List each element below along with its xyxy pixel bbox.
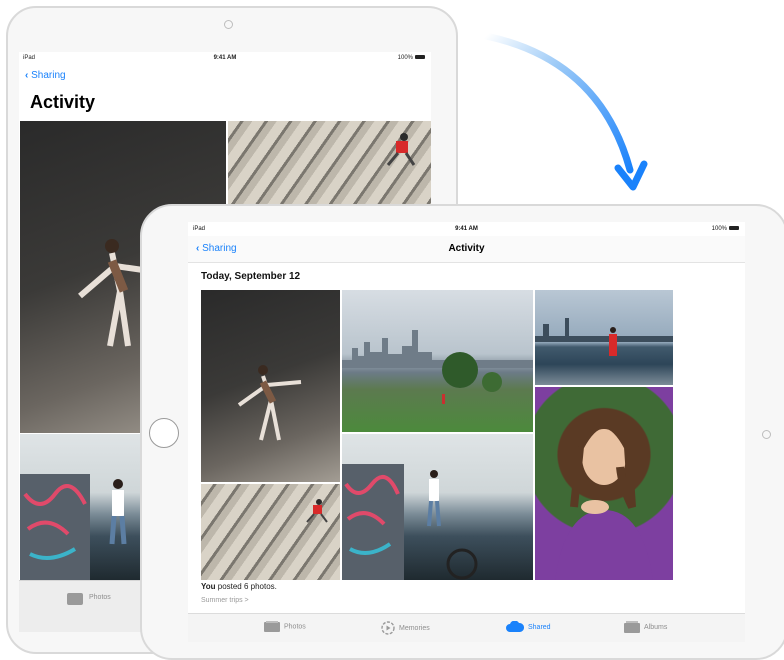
- navigation-bar: Activity ‹ Sharing: [188, 236, 745, 263]
- battery-indicator: 100%: [398, 55, 425, 61]
- tab-albums-label: Albums: [644, 623, 668, 631]
- albums-icon: [624, 621, 640, 633]
- tab-photos[interactable]: Photos: [264, 621, 306, 632]
- status-bar: iPad 9:41 AM 100%: [19, 52, 431, 66]
- photo-stairs[interactable]: [201, 484, 340, 580]
- chevron-left-icon: ‹: [25, 70, 29, 81]
- photo-graffiti[interactable]: [342, 434, 533, 580]
- caption-text: posted 6 photos.: [215, 582, 277, 591]
- back-button[interactable]: ‹ Sharing: [25, 70, 66, 81]
- photos-icon[interactable]: [67, 593, 83, 605]
- back-button-label: Sharing: [202, 243, 237, 254]
- back-button[interactable]: ‹ Sharing: [196, 243, 237, 254]
- status-bar: iPad 9:41 AM 100%: [188, 222, 745, 236]
- album-link[interactable]: Summer trips >: [201, 597, 249, 604]
- section-date-header: Today, September 12: [201, 271, 301, 282]
- tab-photos-label[interactable]: Photos: [89, 594, 111, 601]
- caption-user: You: [201, 582, 216, 591]
- tab-shared[interactable]: Shared: [506, 621, 551, 633]
- memories-icon: [381, 621, 395, 635]
- page-title: Activity: [30, 92, 96, 112]
- landscape-screen: iPad 9:41 AM 100% Activity ‹ Sharing Tod…: [188, 222, 745, 642]
- tab-albums[interactable]: Albums: [624, 621, 667, 633]
- tab-shared-label: Shared: [528, 623, 551, 631]
- post-caption: You posted 6 photos.: [201, 582, 277, 591]
- page-title: Activity: [448, 243, 485, 254]
- tab-memories[interactable]: Memories: [381, 621, 430, 635]
- front-camera: [224, 20, 233, 29]
- photo-city-skyline[interactable]: [342, 290, 533, 432]
- back-button-label: Sharing: [31, 70, 66, 81]
- tab-bar: Photos Memories Shared Albums: [188, 613, 745, 642]
- photos-icon: [264, 621, 280, 632]
- status-time: 9:41 AM: [455, 226, 478, 232]
- photo-dancer[interactable]: [201, 290, 340, 482]
- photo-portrait-woman[interactable]: [535, 387, 673, 580]
- battery-indicator: 100%: [712, 226, 739, 232]
- chevron-left-icon: ‹: [196, 243, 200, 254]
- rotate-arrow-icon: [482, 32, 648, 191]
- tab-memories-label: Memories: [399, 624, 430, 632]
- home-button[interactable]: [149, 418, 179, 448]
- front-camera: [762, 430, 771, 439]
- status-time: 9:41 AM: [213, 55, 237, 61]
- cloud-icon: [506, 621, 524, 632]
- photo-bridge[interactable]: [535, 290, 673, 385]
- tab-photos-label: Photos: [284, 623, 306, 631]
